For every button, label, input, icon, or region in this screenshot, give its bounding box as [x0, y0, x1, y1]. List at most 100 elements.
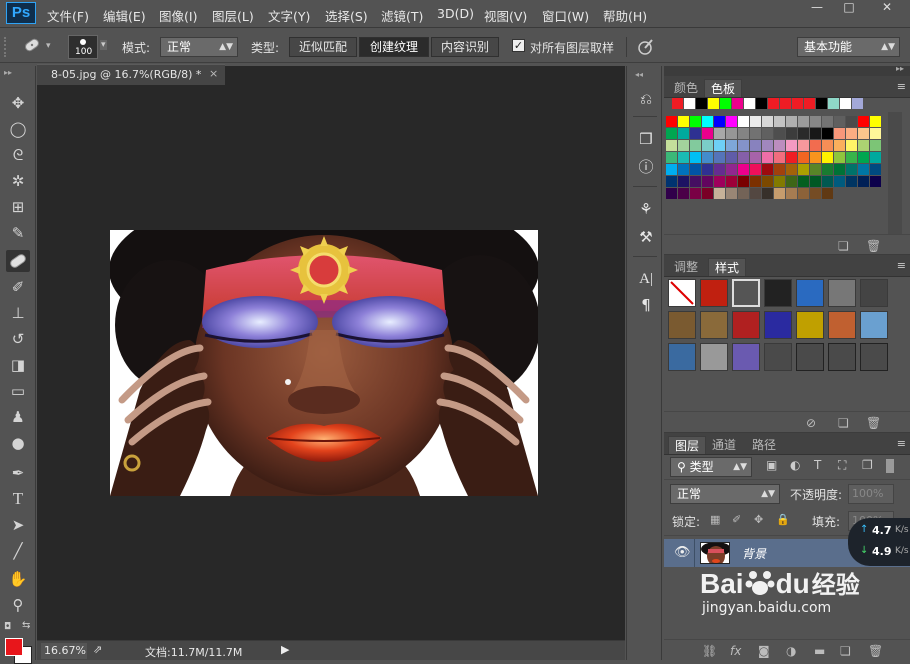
color-swatch[interactable] — [798, 176, 809, 187]
lasso-tool-icon[interactable]: ᘓ — [6, 144, 30, 166]
magic-wand-tool-icon[interactable]: ✲ — [6, 170, 30, 192]
recent-swatch[interactable] — [768, 98, 779, 109]
color-swatch[interactable] — [822, 116, 833, 127]
color-swatch[interactable] — [822, 176, 833, 187]
sample-all-checkbox[interactable]: ✓ — [512, 39, 525, 52]
tab-channels[interactable]: 通道 — [706, 436, 742, 454]
style-preset[interactable] — [828, 343, 856, 371]
color-swatch[interactable] — [738, 128, 749, 139]
color-swatch[interactable] — [822, 164, 833, 175]
color-swatch[interactable] — [870, 128, 881, 139]
link-icon[interactable]: ⛓ — [702, 644, 717, 658]
zoom-tool-icon[interactable]: ⚲ — [6, 594, 30, 616]
color-swatch[interactable] — [750, 152, 761, 163]
color-swatch[interactable] — [786, 140, 797, 151]
menu-type[interactable]: 文字(Y) — [268, 6, 310, 25]
color-swatch[interactable] — [690, 140, 701, 151]
path-selection-tool-icon[interactable]: ➤ — [6, 514, 30, 536]
color-swatch[interactable] — [678, 152, 689, 163]
status-menu-arrow[interactable]: ▶ — [281, 643, 289, 656]
options-grip[interactable] — [4, 37, 10, 57]
color-swatch[interactable] — [762, 164, 773, 175]
color-swatch[interactable] — [666, 188, 677, 199]
color-swatch[interactable] — [798, 128, 809, 139]
color-swatch[interactable] — [774, 164, 785, 175]
style-preset[interactable] — [828, 279, 856, 307]
tab-paths[interactable]: 路径 — [746, 436, 782, 454]
menu-layer[interactable]: 图层(L) — [212, 6, 254, 25]
new-layer-icon[interactable]: ❏ — [840, 644, 851, 658]
color-swatch[interactable] — [702, 140, 713, 151]
clear-style-icon[interactable]: ⊘ — [806, 416, 816, 430]
clone-stamp-tool-icon[interactable]: ⊥ — [6, 302, 30, 324]
menu-filter[interactable]: 滤镜(T) — [381, 6, 423, 25]
color-swatch[interactable] — [726, 116, 737, 127]
color-swatch[interactable] — [690, 128, 701, 139]
color-swatch[interactable] — [774, 128, 785, 139]
paragraph-panel-icon[interactable]: ¶ — [635, 294, 657, 316]
recent-swatch[interactable] — [720, 98, 731, 109]
style-preset[interactable] — [700, 343, 728, 371]
color-swatch[interactable] — [690, 164, 701, 175]
color-swatch[interactable] — [666, 128, 677, 139]
panel-menu-icon[interactable]: ≡ — [897, 437, 906, 450]
mode-select[interactable]: 正常 ▲▼ — [160, 37, 238, 57]
color-swatch[interactable] — [846, 164, 857, 175]
color-swatch[interactable] — [714, 176, 725, 187]
type-create-texture[interactable]: 创建纹理 — [359, 37, 429, 57]
color-swatch[interactable] — [846, 176, 857, 187]
adjustment-icon[interactable]: ◑ — [786, 644, 796, 658]
color-swatch[interactable] — [678, 176, 689, 187]
preset-dropdown-arrow[interactable]: ▾ — [46, 41, 51, 51]
recent-swatch[interactable] — [744, 98, 755, 109]
new-style-icon[interactable]: ❏ — [838, 416, 849, 430]
color-swatch[interactable] — [762, 116, 773, 127]
character-panel-icon[interactable]: A| — [635, 268, 657, 290]
color-swatch[interactable] — [834, 164, 845, 175]
panel-collapse-icon[interactable]: ▸▸ — [896, 64, 904, 73]
color-swatch[interactable] — [846, 128, 857, 139]
color-swatch[interactable] — [858, 164, 869, 175]
zoom-level-field[interactable]: 16.67% — [41, 643, 87, 659]
close-tab-icon[interactable]: × — [209, 67, 218, 80]
color-swatch[interactable] — [726, 176, 737, 187]
brush-presets-icon[interactable]: ⚘ — [635, 198, 657, 220]
color-swatch[interactable] — [822, 140, 833, 151]
menu-3d[interactable]: 3D(D) — [437, 6, 474, 21]
blur-tool-icon[interactable]: ♟ — [6, 406, 30, 428]
color-swatch[interactable] — [774, 188, 785, 199]
spot-healing-tool-icon[interactable] — [6, 250, 30, 272]
color-swatch[interactable] — [714, 152, 725, 163]
style-preset[interactable] — [860, 311, 888, 339]
color-swatch[interactable] — [702, 152, 713, 163]
tab-adjustments[interactable]: 调整 — [668, 258, 704, 276]
color-swatch[interactable] — [774, 152, 785, 163]
color-swatch[interactable] — [822, 128, 833, 139]
restore-button[interactable]: □ — [838, 0, 860, 14]
hand-tool-icon[interactable]: ✋ — [6, 568, 30, 590]
color-swatch[interactable] — [702, 128, 713, 139]
recent-swatch[interactable] — [828, 98, 839, 109]
color-swatch[interactable] — [726, 140, 737, 151]
fx-icon[interactable]: fx — [730, 644, 741, 658]
color-swatch[interactable] — [702, 188, 713, 199]
color-swatch[interactable] — [678, 188, 689, 199]
recent-swatch[interactable] — [756, 98, 767, 109]
color-swatch[interactable] — [702, 116, 713, 127]
dodge-tool-icon[interactable]: ● — [6, 432, 30, 454]
color-swatch[interactable] — [834, 152, 845, 163]
color-swatch[interactable] — [714, 140, 725, 151]
style-preset[interactable] — [796, 343, 824, 371]
color-swatch[interactable] — [810, 128, 821, 139]
color-swatch[interactable] — [834, 116, 845, 127]
color-swatch[interactable] — [798, 188, 809, 199]
lock-pixels-icon[interactable]: ✐ — [732, 513, 741, 526]
style-preset[interactable] — [732, 311, 760, 339]
color-swatch[interactable] — [762, 188, 773, 199]
default-colors-icon[interactable]: ◘ — [4, 622, 11, 632]
color-swatch[interactable] — [774, 140, 785, 151]
color-swatch[interactable] — [774, 116, 785, 127]
color-swatch[interactable] — [810, 140, 821, 151]
tool-preset-picker[interactable] — [20, 35, 44, 57]
lock-all-icon[interactable]: 🔒 — [776, 513, 790, 526]
